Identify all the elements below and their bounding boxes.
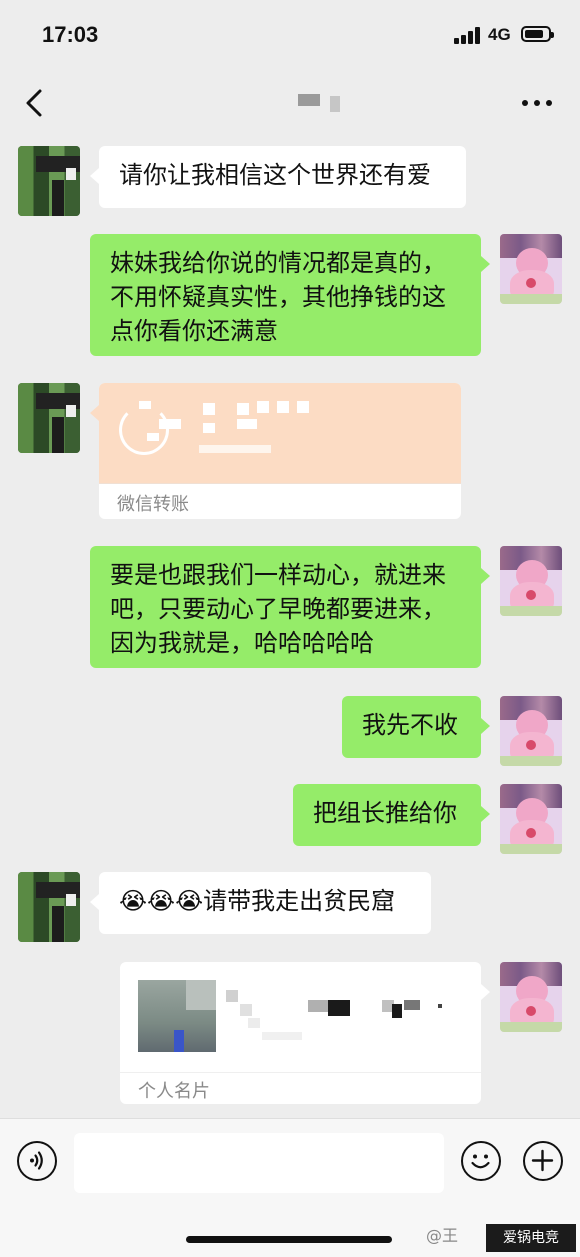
contact-card-label: 个人名片 [138,1081,210,1102]
voice-icon[interactable] [17,1141,57,1181]
contact-card-message[interactable]: 个人名片 [120,962,481,1104]
message-bubble[interactable]: 把组长推给你 [293,784,481,846]
home-indicator[interactable] [186,1236,392,1243]
message-bubble[interactable]: 请你让我相信这个世界还有爱 [99,146,466,208]
contact-avatar[interactable] [18,146,80,216]
my-avatar[interactable] [500,234,562,304]
network-type: 4G [488,25,511,44]
contact-card-footer: 个人名片 [120,1072,481,1105]
message-text-line: 不用怀疑真实性，其他挣钱的这 [110,283,446,311]
bubble-tail [90,405,99,421]
message-text: 请带我走出贫民窟 [203,887,396,915]
message-text-line: 吧，只要动心了早晚都要进来， [110,595,446,623]
my-avatar[interactable] [500,784,562,854]
message-text: 请你让我相信这个世界还有爱 [119,161,431,189]
card-avatar-blurred [138,980,216,1052]
message-text-line: 妹妹我给你说的情况都是真的， [110,249,446,277]
message-bubble[interactable]: 我先不收 [342,696,481,758]
back-icon[interactable] [22,88,50,118]
my-avatar[interactable] [500,962,562,1032]
battery-icon [521,26,554,42]
message-text-line: 因为我就是，哈哈哈哈哈 [110,629,374,657]
message-bubble[interactable]: 😭😭😭请带我走出贫民窟 [99,872,431,934]
crying-emoji-icon: 😭😭😭 [119,887,204,915]
bubble-tail [90,894,99,910]
add-icon[interactable] [523,1141,563,1181]
contact-avatar[interactable] [18,872,80,942]
bubble-tail [481,256,490,272]
contact-avatar[interactable] [18,383,80,453]
bubble-tail [481,806,490,822]
more-icon[interactable] [522,100,552,108]
status-bar: 17:03 4G [0,0,580,70]
my-avatar[interactable] [500,696,562,766]
bubble-tail [481,568,490,584]
emoji-icon[interactable] [461,1141,501,1181]
my-avatar[interactable] [500,546,562,616]
bubble-tail [481,718,490,734]
message-bubble[interactable]: 妹妹我给你说的情况都是真的， 不用怀疑真实性，其他挣钱的这 点你看你还满意 [90,234,481,356]
message-bubble[interactable]: 要是也跟我们一样动心，就进来 吧，只要动心了早晚都要进来， 因为我就是，哈哈哈哈… [90,546,481,668]
transfer-footer: 微信转账 [99,483,461,519]
signal-icon [454,26,484,44]
message-input[interactable] [74,1133,444,1193]
transfer-icon [119,405,169,455]
message-text-line: 点你看你还满意 [110,317,278,345]
message-text-line: 要是也跟我们一样动心，就进来 [110,561,446,589]
chat-title-blurred [298,92,344,114]
transfer-body [99,383,461,483]
chat-header [0,70,580,136]
status-time: 17:03 [42,22,99,47]
transfer-label: 微信转账 [117,494,189,515]
message-text: 把组长推给你 [313,799,457,827]
bubble-tail [481,984,490,1000]
bubble-tail [90,168,99,184]
watermark-logo: 爱锅电竞 [486,1224,576,1252]
watermark-text: @王 [426,1226,459,1245]
message-text: 我先不收 [362,711,458,739]
transfer-message[interactable]: 微信转账 [99,383,461,519]
